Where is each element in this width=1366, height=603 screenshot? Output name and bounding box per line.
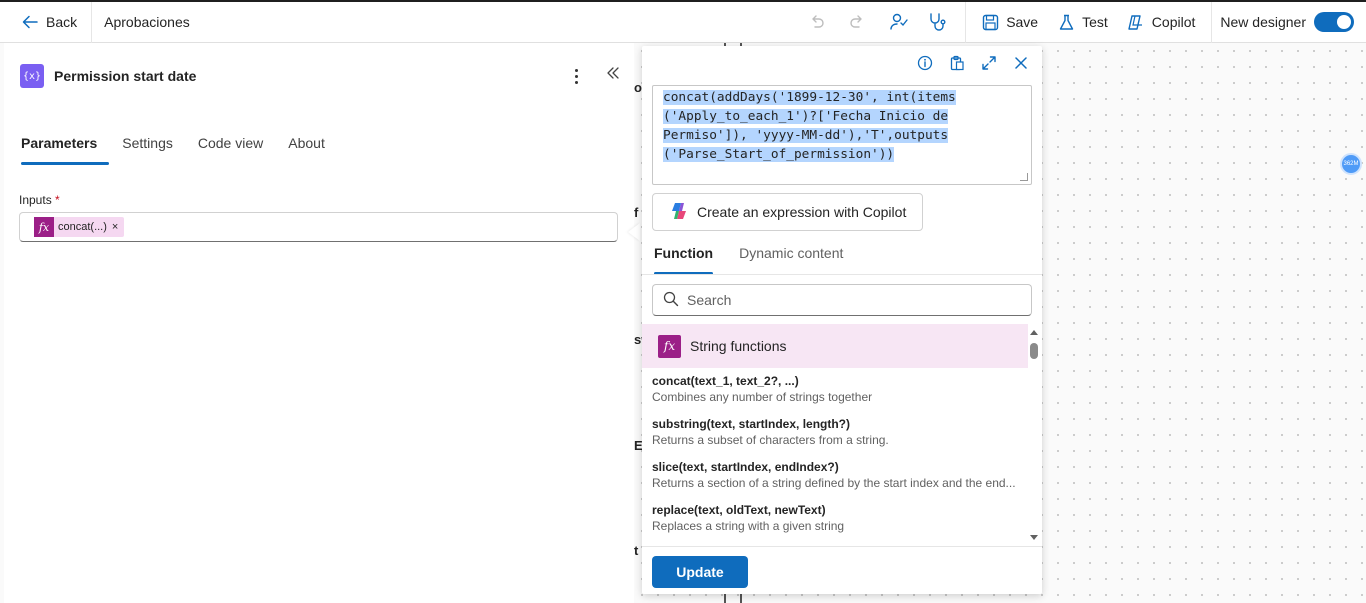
- fx-icon: fx: [34, 217, 54, 237]
- resize-handle[interactable]: [1020, 173, 1028, 181]
- clipboard-icon[interactable]: [948, 54, 966, 72]
- tab-code-view[interactable]: Code view: [198, 135, 275, 165]
- scroll-up-icon[interactable]: [1030, 330, 1038, 335]
- divider: [965, 1, 967, 43]
- popup-caret: [628, 223, 640, 241]
- function-signature: substring(text, startIndex, length?): [652, 417, 851, 431]
- create-expression-copilot-button[interactable]: Create an expression with Copilot: [652, 193, 923, 231]
- toggle-knob: [1337, 15, 1351, 29]
- divider: [1211, 1, 1213, 43]
- divider: [642, 274, 1042, 275]
- panel-tabs: Parameters Settings Code view About: [21, 135, 350, 165]
- back-label: Back: [46, 14, 78, 30]
- function-signature: replace(text, oldText, newText): [652, 503, 826, 517]
- copilot-button[interactable]: Copilot: [1120, 7, 1202, 37]
- collapse-panel-icon[interactable]: [604, 66, 622, 86]
- function-signature: slice(text, startIndex, endIndex?): [652, 460, 839, 474]
- back-button[interactable]: Back: [14, 7, 83, 37]
- category-label: String functions: [690, 338, 787, 354]
- function-description: Returns a section of a string defined by…: [652, 476, 1016, 490]
- info-icon[interactable]: [916, 54, 934, 72]
- save-icon: [980, 12, 1000, 32]
- function-item-substring[interactable]: substring(text, startIndex, length?) Ret…: [642, 411, 1028, 454]
- flow-name[interactable]: Aprobaciones: [98, 7, 196, 37]
- expression-text: ('Apply_to_each_1')?['Fecha Inicio de: [663, 109, 949, 124]
- tab-about[interactable]: About: [288, 135, 337, 165]
- save-label: Save: [1006, 14, 1039, 30]
- close-icon[interactable]: [1012, 54, 1030, 72]
- update-button[interactable]: Update: [652, 556, 748, 588]
- expression-text: concat(addDays('1899-12-30', int(items: [663, 90, 956, 105]
- expression-editor: concat(addDays('1899-12-30', int(items (…: [642, 46, 1042, 594]
- expand-icon[interactable]: [980, 54, 998, 72]
- expression-line: ('Parse_Start_of_permission')): [663, 145, 1021, 164]
- expression-line: Permiso']), 'yyyy-MM-dd'),'T',outputs: [663, 126, 1021, 145]
- tab-settings[interactable]: Settings: [122, 135, 185, 165]
- inputs-field[interactable]: fx concat(...) ×: [19, 212, 618, 242]
- undo-icon[interactable]: [807, 12, 827, 32]
- new-designer-label: New designer: [1220, 14, 1306, 30]
- variable-action-icon: {x}: [20, 64, 44, 88]
- copilot-button-label: Create an expression with Copilot: [697, 204, 907, 220]
- new-designer-toggle[interactable]: [1314, 12, 1354, 32]
- expression-text: ('Parse_Start_of_permission')): [663, 147, 895, 162]
- expression-line: concat(addDays('1899-12-30', int(items: [663, 88, 1021, 107]
- more-options-icon[interactable]: [568, 66, 584, 86]
- function-item-slice[interactable]: slice(text, startIndex, endIndex?) Retur…: [642, 454, 1028, 497]
- action-details-panel: {x} Permission start date Parameters Set…: [4, 43, 634, 603]
- tab-parameters[interactable]: Parameters: [21, 135, 110, 165]
- stethoscope-icon[interactable]: [927, 12, 947, 32]
- function-tabs: Function Dynamic content: [654, 245, 869, 275]
- token-label: concat(...): [58, 221, 107, 233]
- search-input[interactable]: [687, 292, 1017, 308]
- function-item-replace[interactable]: replace(text, oldText, newText) Replaces…: [642, 497, 1028, 540]
- copilot-icon: [1126, 12, 1146, 32]
- save-button[interactable]: Save: [974, 7, 1044, 37]
- function-list: fx String functions concat(text_1, text_…: [642, 324, 1028, 546]
- test-button[interactable]: Test: [1050, 7, 1114, 37]
- flow-checker-icon[interactable]: [889, 12, 909, 32]
- fx-icon: fx: [658, 334, 681, 358]
- expression-text: Permiso']), 'yyyy-MM-dd'),'T',outputs: [663, 128, 949, 143]
- tab-function[interactable]: Function: [654, 245, 714, 275]
- divider: [91, 1, 93, 43]
- divider: [642, 546, 1042, 547]
- test-label: Test: [1082, 14, 1108, 30]
- copilot-label: Copilot: [1151, 14, 1196, 30]
- function-item-concat[interactable]: concat(text_1, text_2?, ...) Combines an…: [642, 368, 1028, 411]
- search-icon: [663, 291, 679, 310]
- remove-token-icon[interactable]: ×: [112, 221, 118, 233]
- redo-icon[interactable]: [847, 12, 867, 32]
- function-list-scrollbar[interactable]: [1028, 326, 1040, 544]
- scroll-down-icon[interactable]: [1030, 535, 1038, 540]
- expression-line: ('Apply_to_each_1')?['Fecha Inicio de: [663, 107, 1021, 126]
- function-description: Replaces a string with a given string: [652, 519, 845, 533]
- avatar[interactable]: 362M: [1340, 153, 1362, 175]
- copilot-color-icon: [669, 201, 689, 224]
- inputs-label: Inputs *: [19, 193, 60, 207]
- flow-name-label: Aprobaciones: [104, 14, 190, 30]
- scroll-thumb[interactable]: [1030, 343, 1038, 359]
- function-search[interactable]: [652, 284, 1032, 316]
- inputs-label-text: Inputs: [19, 193, 52, 207]
- popup-toolbar: [916, 54, 1030, 72]
- arrow-left-icon: [20, 12, 40, 32]
- required-marker: *: [55, 193, 60, 207]
- flask-icon: [1056, 12, 1076, 32]
- function-signature: concat(text_1, text_2?, ...): [652, 374, 799, 388]
- function-description: Combines any number of strings together: [652, 390, 873, 404]
- tab-dynamic-content[interactable]: Dynamic content: [739, 245, 843, 275]
- category-string-functions[interactable]: fx String functions: [642, 324, 1028, 368]
- top-bar: Back Aprobaciones Save Test Copilot New …: [0, 0, 1366, 43]
- expression-textarea[interactable]: concat(addDays('1899-12-30', int(items (…: [652, 85, 1032, 185]
- panel-header: {x} Permission start date: [20, 64, 196, 88]
- action-title[interactable]: Permission start date: [54, 68, 196, 84]
- function-description: Returns a subset of characters from a st…: [652, 433, 889, 447]
- expression-token[interactable]: fx concat(...) ×: [34, 217, 125, 237]
